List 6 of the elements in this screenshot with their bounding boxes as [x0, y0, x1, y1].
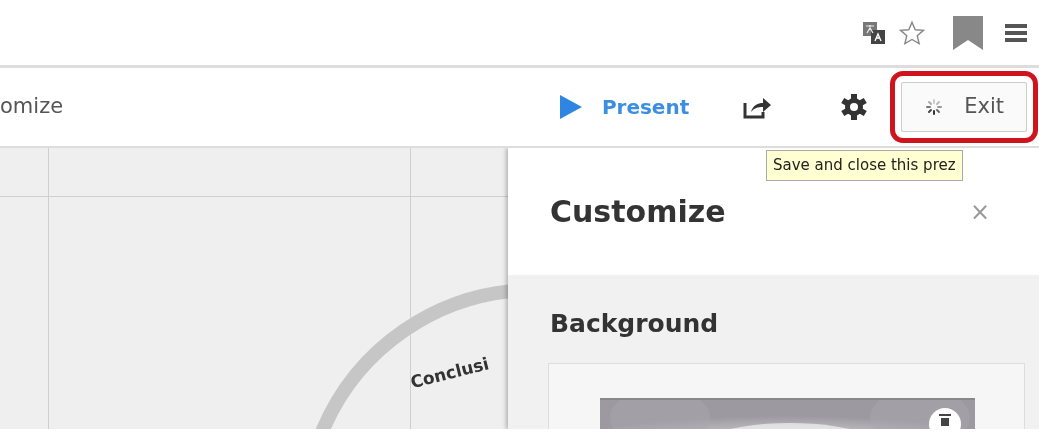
panel-title: Customize — [550, 193, 726, 231]
tooltip: Save and close this prez — [766, 150, 963, 181]
section-title: Background — [549, 308, 720, 340]
toolbar-title: omize — [0, 93, 64, 121]
close-button[interactable]: × — [965, 193, 994, 230]
present-button[interactable]: Present — [559, 92, 690, 122]
